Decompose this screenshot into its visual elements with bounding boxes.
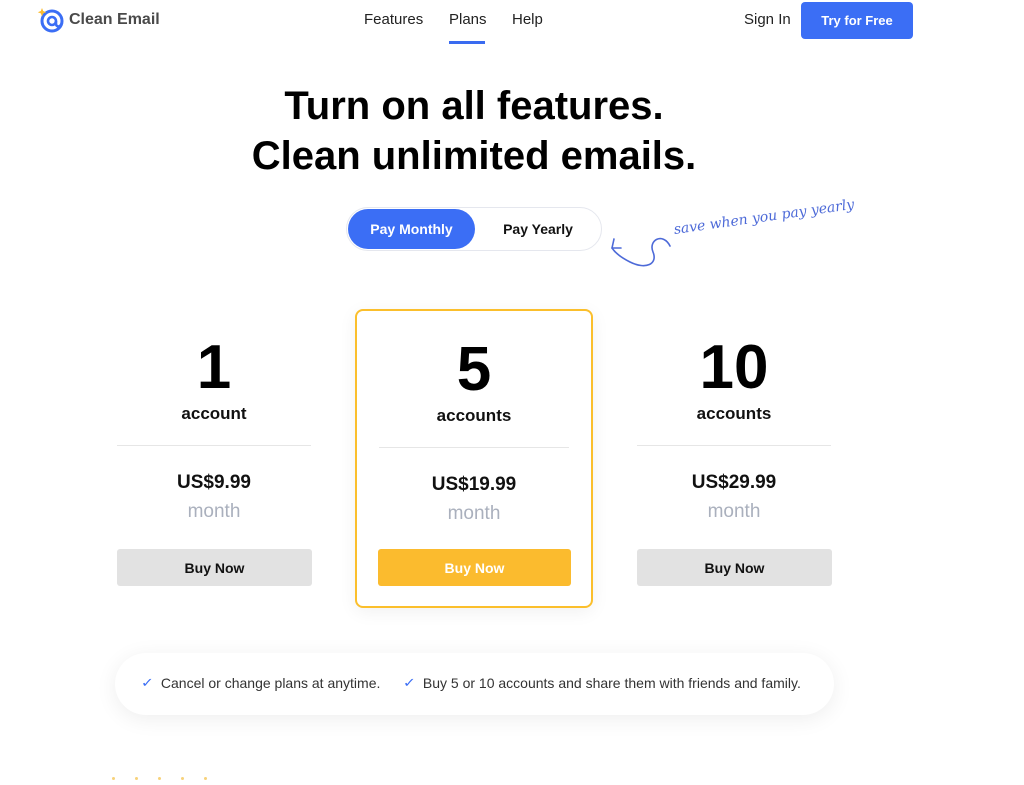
divider: [379, 447, 569, 448]
nav-item-plans[interactable]: Plans: [449, 11, 487, 28]
benefit-text: Buy 5 or 10 accounts and share them with…: [422, 675, 801, 691]
plan-card-5: 5 accounts US$19.99 month Buy Now: [355, 309, 593, 608]
hero-title-line-2: Clean unlimited emails.: [251, 134, 697, 178]
pay-monthly-button[interactable]: Pay Monthly: [348, 209, 475, 249]
plan-period: month: [447, 503, 501, 524]
plan-count: 1: [196, 333, 232, 402]
plan-period: month: [707, 501, 761, 522]
divider: [637, 445, 831, 446]
benefit-text: Cancel or change plans at anytime.: [160, 675, 381, 691]
plan-unit: accounts: [436, 406, 512, 425]
divider: [117, 445, 311, 446]
plan-period: month: [187, 501, 241, 522]
plan-count: 10: [699, 333, 769, 402]
check-icon: ✓: [402, 675, 416, 690]
benefit-item: ✓ Cancel or change plans at anytime.: [140, 675, 381, 691]
nav-item-features[interactable]: Features: [364, 11, 423, 28]
logo[interactable]: Clean Email: [37, 6, 160, 34]
brand-name: Clean Email: [69, 11, 160, 28]
plan-price: US$9.99: [177, 472, 251, 493]
decorative-dots: [112, 777, 207, 780]
try-for-free-button[interactable]: Try for Free: [801, 2, 913, 39]
plan-unit: account: [181, 404, 247, 423]
buy-now-button[interactable]: Buy Now: [378, 549, 571, 586]
plan-card-1: 1 account US$9.99 month Buy Now: [95, 309, 333, 608]
plan-benefits-bar: ✓ Cancel or change plans at anytime. ✓ B…: [115, 653, 834, 715]
check-icon: ✓: [140, 675, 154, 690]
buy-now-button[interactable]: Buy Now: [117, 549, 312, 586]
plan-card-10: 10 accounts US$29.99 month Buy Now: [615, 309, 853, 608]
at-sign-sparkle-icon: [37, 8, 64, 33]
plan-price: US$29.99: [691, 472, 777, 493]
benefit-item: ✓ Buy 5 or 10 accounts and share them wi…: [402, 675, 801, 691]
hero-title-line-1: Turn on all features.: [284, 84, 664, 128]
plan-unit: accounts: [696, 404, 772, 423]
plan-price: US$19.99: [431, 474, 517, 495]
sign-in-link[interactable]: Sign In: [744, 11, 791, 28]
pay-yearly-button[interactable]: Pay Yearly: [477, 209, 599, 249]
nav-item-help[interactable]: Help: [512, 11, 543, 28]
plan-count: 5: [456, 335, 492, 404]
billing-toggle: Pay Monthly Pay Yearly: [346, 207, 602, 251]
buy-now-button[interactable]: Buy Now: [637, 549, 832, 586]
active-nav-indicator: [449, 41, 485, 44]
